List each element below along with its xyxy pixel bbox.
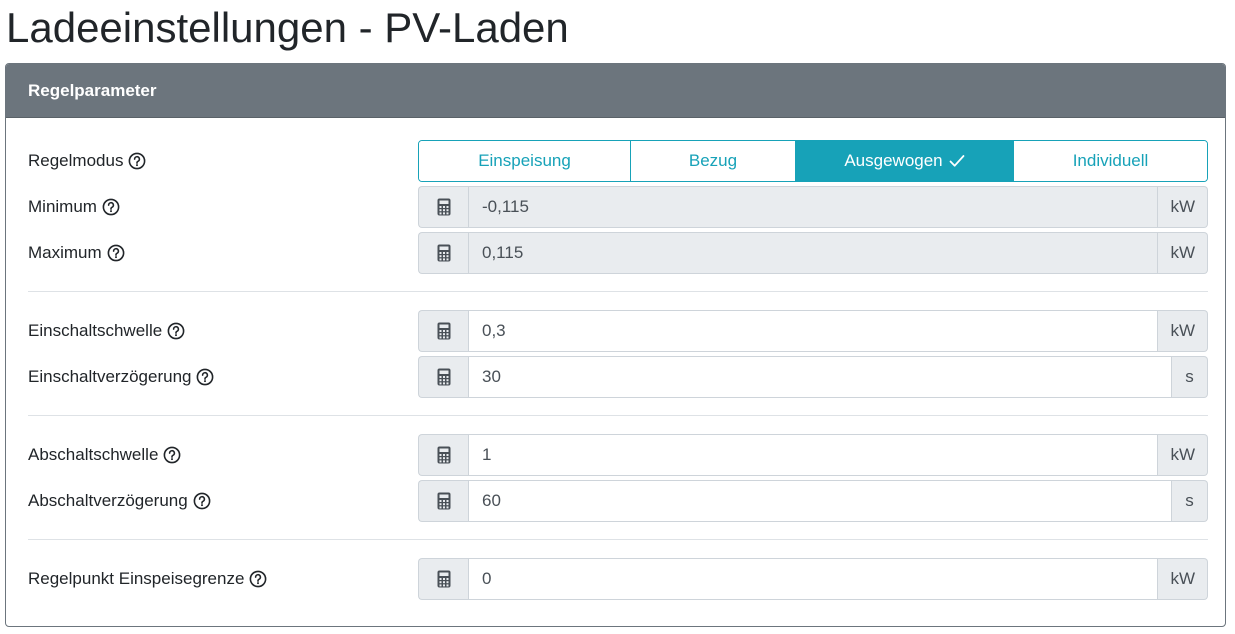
einschaltverzoegerung-label: Einschaltverzögerung: [28, 356, 214, 398]
mode-ausgewogen-label: Ausgewogen: [844, 151, 943, 170]
abschaltschwelle-label: Abschaltschwelle: [28, 434, 181, 476]
maximum-unit: kW: [1158, 232, 1208, 274]
card-header: Regelparameter: [6, 64, 1225, 118]
abschaltschwelle-control: kW: [418, 434, 1208, 476]
minimum-label-text: Minimum: [28, 197, 97, 216]
abschaltverzoegerung-control: s: [418, 480, 1208, 522]
einschaltverzoegerung-input[interactable]: [468, 356, 1172, 398]
regelpunkt-input-group: kW: [418, 558, 1208, 600]
question-circle-icon[interactable]: [128, 152, 146, 170]
divider: [28, 539, 1208, 540]
abschaltschwelle-label-text: Abschaltschwelle: [28, 445, 159, 464]
minimum-input: [468, 186, 1159, 228]
mode-bezug-label: Bezug: [688, 151, 738, 170]
mode-ausgewogen-button[interactable]: Ausgewogen: [796, 141, 1014, 181]
regelpunkt-input[interactable]: [468, 558, 1159, 600]
divider: [28, 291, 1208, 292]
einschaltverzoegerung-input-group: s: [418, 356, 1208, 398]
maximum-control: kW: [418, 232, 1208, 274]
question-circle-icon[interactable]: [167, 322, 185, 340]
calculator-icon[interactable]: [418, 310, 468, 352]
maximum-input: [468, 232, 1159, 274]
abschaltverzoegerung-input-group: s: [418, 480, 1208, 522]
calculator-icon[interactable]: [418, 434, 468, 476]
einschaltschwelle-control: kW: [418, 310, 1208, 352]
check-icon: [949, 154, 965, 168]
question-circle-icon[interactable]: [196, 368, 214, 386]
calculator-icon[interactable]: [418, 356, 468, 398]
regelpunkt-unit: kW: [1158, 558, 1208, 600]
regelmodus-button-group: Einspeisung Bezug Ausgewogen Individuell: [418, 140, 1208, 182]
maximum-label-text: Maximum: [28, 243, 102, 262]
mode-einspeisung-button[interactable]: Einspeisung: [419, 141, 631, 181]
minimum-input-group: kW: [418, 186, 1208, 228]
einschaltverzoegerung-unit: s: [1172, 356, 1208, 398]
abschaltschwelle-input[interactable]: [468, 434, 1159, 476]
question-circle-icon[interactable]: [107, 244, 125, 262]
regelmodus-control: Einspeisung Bezug Ausgewogen Individuell: [418, 140, 1208, 182]
row-abschaltschwelle: Abschaltschwelle kW: [6, 434, 1225, 476]
row-abschaltverzoegerung: Abschaltverzögerung s: [6, 480, 1225, 522]
abschaltschwelle-unit: kW: [1158, 434, 1208, 476]
page-title: Ladeeinstellungen - PV-Laden: [6, 4, 569, 51]
minimum-unit: kW: [1158, 186, 1208, 228]
mode-individuell-label: Individuell: [1072, 151, 1149, 170]
abschaltverzoegerung-input[interactable]: [468, 480, 1172, 522]
regelpunkt-control: kW: [418, 558, 1208, 600]
question-circle-icon[interactable]: [102, 198, 120, 216]
question-circle-icon[interactable]: [163, 446, 181, 464]
einschaltverzoegerung-control: s: [418, 356, 1208, 398]
row-einschaltschwelle: Einschaltschwelle kW: [6, 310, 1225, 352]
regelparameter-card: Regelparameter Regelmodus Einspeisung Be…: [5, 63, 1226, 627]
abschaltverzoegerung-unit: s: [1172, 480, 1208, 522]
minimum-control: kW: [418, 186, 1208, 228]
abschaltverzoegerung-label-text: Abschaltverzögerung: [28, 491, 188, 510]
abschaltverzoegerung-label: Abschaltverzögerung: [28, 480, 211, 522]
row-maximum: Maximum kW: [6, 232, 1225, 274]
calculator-icon: [418, 232, 468, 274]
einschaltschwelle-input[interactable]: [468, 310, 1159, 352]
divider: [28, 415, 1208, 416]
row-regelpunkt: Regelpunkt Einspeisegrenze kW: [6, 558, 1225, 600]
mode-individuell-button[interactable]: Individuell: [1014, 141, 1207, 181]
abschaltschwelle-input-group: kW: [418, 434, 1208, 476]
regelpunkt-label-text: Regelpunkt Einspeisegrenze: [28, 569, 245, 588]
calculator-icon[interactable]: [418, 558, 468, 600]
row-minimum: Minimum kW: [6, 186, 1225, 228]
regelmodus-label: Regelmodus: [28, 140, 146, 182]
question-circle-icon[interactable]: [249, 570, 267, 588]
maximum-input-group: kW: [418, 232, 1208, 274]
row-regelmodus: Regelmodus Einspeisung Bezug Ausgewogen: [6, 140, 1225, 182]
maximum-label: Maximum: [28, 232, 125, 274]
einschaltverzoegerung-label-text: Einschaltverzögerung: [28, 367, 192, 386]
question-circle-icon[interactable]: [193, 492, 211, 510]
minimum-label: Minimum: [28, 186, 120, 228]
mode-einspeisung-label: Einspeisung: [478, 151, 571, 170]
mode-bezug-button[interactable]: Bezug: [631, 141, 796, 181]
einschaltschwelle-unit: kW: [1158, 310, 1208, 352]
row-einschaltverzoegerung: Einschaltverzögerung s: [6, 356, 1225, 398]
calculator-icon[interactable]: [418, 480, 468, 522]
calculator-icon: [418, 186, 468, 228]
einschaltschwelle-label: Einschaltschwelle: [28, 310, 185, 352]
regelpunkt-label: Regelpunkt Einspeisegrenze: [28, 558, 267, 600]
einschaltschwelle-label-text: Einschaltschwelle: [28, 321, 163, 340]
regelmodus-label-text: Regelmodus: [28, 151, 124, 170]
einschaltschwelle-input-group: kW: [418, 310, 1208, 352]
